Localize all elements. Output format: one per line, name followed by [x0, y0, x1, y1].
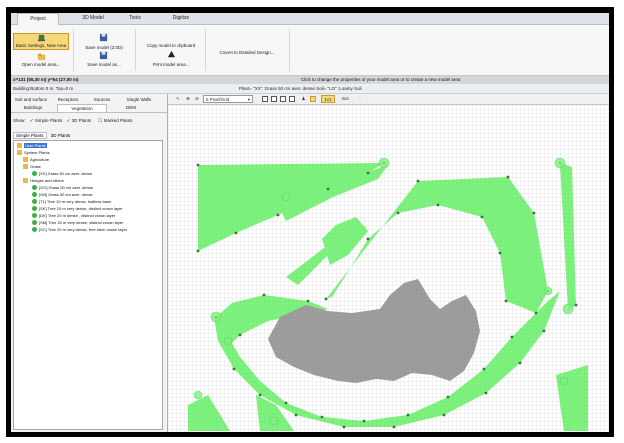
application-window: Project 3D Model Tools Digitize Basic Se… — [11, 13, 609, 432]
tree-node-hedges[interactable]: Hedges and others — [23, 178, 64, 184]
tree-item-plant[interactable]: [T1] Tree 10 m very dense, leafless base — [32, 199, 111, 205]
tree-icon — [32, 213, 37, 219]
model-area-hint[interactable]: Click to change the properties of your m… — [301, 76, 460, 84]
show-filter-row: Show: ✓ Simple Plants ✓ 3D Plants ☐ Mark… — [13, 118, 133, 123]
simple-plants-checkbox[interactable]: ✓ Simple Plants — [30, 118, 63, 123]
tree-icon — [32, 185, 37, 191]
folder-icon — [17, 150, 22, 156]
circle-tool-icon[interactable]: ○ — [356, 95, 364, 103]
tree-item-plant[interactable]: [GG] Grass 50 cm aver. dense — [32, 185, 93, 191]
tree-item-plant[interactable]: [DK] Tree 20 m dense , distinct crown la… — [32, 213, 115, 219]
zoom-out-icon[interactable]: ⊖ — [193, 95, 201, 103]
ribbon-separator — [289, 29, 290, 71]
tab-tools[interactable]: Tools — [121, 13, 149, 24]
tab-3d-model[interactable]: 3D Model — [73, 13, 113, 24]
tree-icon — [32, 199, 37, 205]
plant-soil-status: Plant= "XX" :Grass 50 cm aver. dense Soi… — [239, 86, 362, 91]
plant-icon — [32, 171, 37, 177]
printer-icon — [167, 50, 176, 58]
grid-square-icon[interactable] — [271, 96, 277, 102]
tab-dem[interactable]: DEM — [111, 104, 151, 111]
convert-detailed-design-button[interactable]: Covert to Detailed Design... — [209, 47, 285, 57]
tab-soil-surface[interactable]: Soil and surface — [13, 96, 49, 103]
building-info: Building:Bottom 0 m, Top=0 m — [13, 86, 74, 91]
ribbon-separator — [205, 29, 206, 71]
coordinate-bar: x=131 (55,30 m) y=54 (27,00 m) Click to … — [11, 76, 609, 84]
tab-receptors[interactable]: Receptors — [53, 96, 83, 103]
zoom-level-select[interactable]: 5 Pixel/Grid ▾ — [203, 95, 253, 103]
save-model-as-button[interactable]: Save model as... — [77, 59, 131, 69]
ribbon-tab-bar: Project 3D Model Tools Digitize — [11, 13, 609, 25]
plant-tree: User Plants System Plants Agriculture Gr… — [13, 140, 163, 430]
tab-buildings[interactable]: Buildings — [13, 104, 53, 111]
marked-plants-checkbox[interactable]: ☐ Marked Plants — [98, 118, 132, 123]
coordinate-readout: x=131 (55,30 m) y=54 (27,00 m) — [13, 77, 79, 82]
tab-sources[interactable]: Sources — [87, 96, 117, 103]
tree-node-agriculture[interactable]: Agriculture — [23, 157, 49, 163]
info-bar: Building:Bottom 0 m, Top=0 m Plant= "XX"… — [11, 85, 609, 94]
brush-3x3-button[interactable]: 3x3 — [338, 95, 352, 103]
save-icon — [99, 33, 108, 42]
tab-3d-plants[interactable]: 3D Plants — [48, 133, 74, 138]
ribbon-panel: Basic Settings, New Area Open model area… — [11, 25, 609, 76]
tree-icon — [32, 192, 37, 198]
tree-item-grass[interactable]: [XX] Grass 50 cm aver. dense — [32, 171, 92, 177]
tree-icon — [32, 220, 37, 226]
plant-subtabs: Simple Plants 3D Plants — [13, 132, 73, 139]
grid-square-icon[interactable] — [280, 96, 286, 102]
fill-tool-icon[interactable] — [310, 96, 316, 102]
tree-node-grass[interactable]: Grass — [23, 164, 41, 170]
settings-icon — [37, 34, 46, 42]
map-toolbar: ↖ ⊕ ⊖ 5 Pixel/Grid ▾ ♟ 1x1 3x3 ○ — [168, 94, 609, 105]
tree-item-plant[interactable]: [SC] Tree 20 m very dense, free stem cro… — [32, 227, 127, 233]
tree-item-plant[interactable]: [SK] Tree 15 m very dense, distinct crow… — [32, 206, 123, 212]
pointer-icon[interactable]: ↖ — [174, 95, 182, 103]
tree-icon — [32, 206, 37, 212]
print-model-button[interactable]: Print model area... — [141, 59, 201, 69]
tree-item-plant[interactable]: [SM] Tree 20 m very dense, distinct crow… — [32, 220, 123, 226]
ribbon-separator — [73, 29, 74, 71]
save-model-3d-button[interactable]: Save model (3.0D) — [77, 42, 131, 51]
left-panel: Soil and surface Receptors Sources Singl… — [11, 94, 168, 432]
zoom-in-icon[interactable]: ⊕ — [184, 95, 192, 103]
tab-single-walls[interactable]: Single Walls — [121, 96, 157, 103]
chevron-down-icon: ▾ — [247, 97, 250, 102]
brush-1x1-button[interactable]: 1x1 — [321, 95, 335, 103]
map-canvas[interactable] — [168, 105, 609, 432]
tree-item-plant[interactable]: [GB] Grass 50 cm aver. dense — [32, 192, 93, 198]
tab-project[interactable]: Project — [17, 13, 59, 25]
model-area-map[interactable] — [168, 105, 609, 432]
tab-vegetation[interactable]: Vegetation — [57, 104, 107, 112]
tree-node-system-plants[interactable]: System Plants — [17, 150, 50, 156]
tab-digitize[interactable]: Digitize — [163, 13, 199, 24]
tree-node-user-plants[interactable]: User Plants — [17, 143, 47, 149]
copy-clipboard-button[interactable]: Copy model to clipboard — [141, 40, 201, 49]
ribbon-separator — [135, 29, 136, 71]
folder-icon — [23, 157, 28, 163]
person-icon[interactable]: ♟ — [300, 95, 307, 103]
folder-icon — [17, 143, 22, 149]
open-model-button[interactable]: Open model area... — [13, 59, 69, 69]
folder-icon — [23, 164, 28, 170]
3d-plants-checkbox[interactable]: ✓ 3D Plants — [67, 118, 92, 123]
tab-divider — [11, 112, 167, 113]
grid-square-icon[interactable] — [262, 96, 268, 102]
folder-icon — [23, 178, 28, 184]
grid-square-icon[interactable] — [289, 96, 295, 102]
tree-icon — [32, 227, 37, 233]
screenshot-frame: Project 3D Model Tools Digitize Basic Se… — [6, 7, 614, 437]
tab-simple-plants[interactable]: Simple Plants — [13, 132, 47, 139]
